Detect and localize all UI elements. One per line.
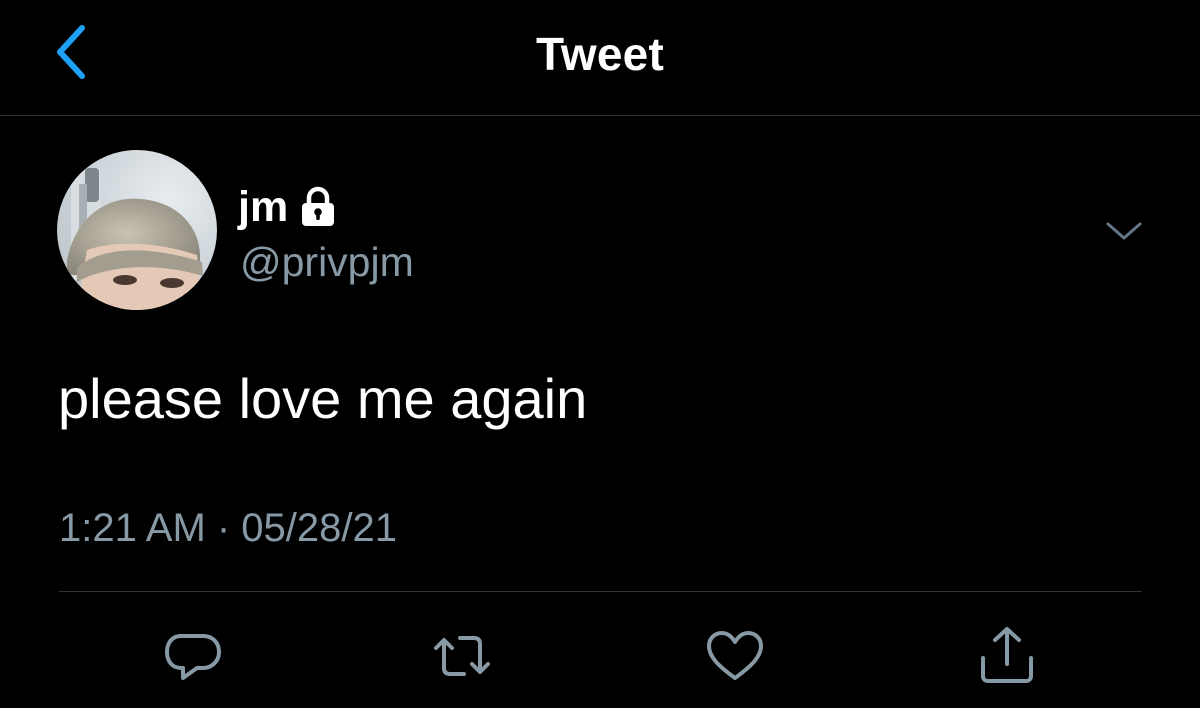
- share-button[interactable]: [975, 624, 1039, 688]
- author-handle[interactable]: @privpjm: [240, 238, 414, 286]
- display-name: jm: [238, 183, 289, 231]
- share-icon: [981, 627, 1033, 683]
- chevron-down-icon: [1106, 222, 1142, 240]
- comment-icon: [165, 634, 221, 680]
- reply-button[interactable]: [161, 624, 225, 688]
- heart-icon: [707, 631, 763, 680]
- avatar[interactable]: [57, 150, 217, 310]
- retweet-button[interactable]: [430, 624, 494, 688]
- avatar-photo: [57, 150, 217, 310]
- tweet-detail: jm @privpjm please love me again 1:21 AM…: [0, 116, 1200, 708]
- page-title: Tweet: [536, 28, 664, 80]
- divider: [59, 591, 1142, 592]
- tweet-text: please love me again: [58, 367, 588, 430]
- tweet-menu-button[interactable]: [1102, 216, 1146, 246]
- retweet-icon: [434, 636, 490, 676]
- tweet-timestamp[interactable]: 1:21 AM · 05/28/21: [59, 504, 397, 552]
- like-button[interactable]: [703, 624, 767, 688]
- author-name-row[interactable]: jm: [238, 182, 336, 232]
- lock-icon: [300, 186, 336, 228]
- nav-bar: Tweet: [0, 0, 1200, 116]
